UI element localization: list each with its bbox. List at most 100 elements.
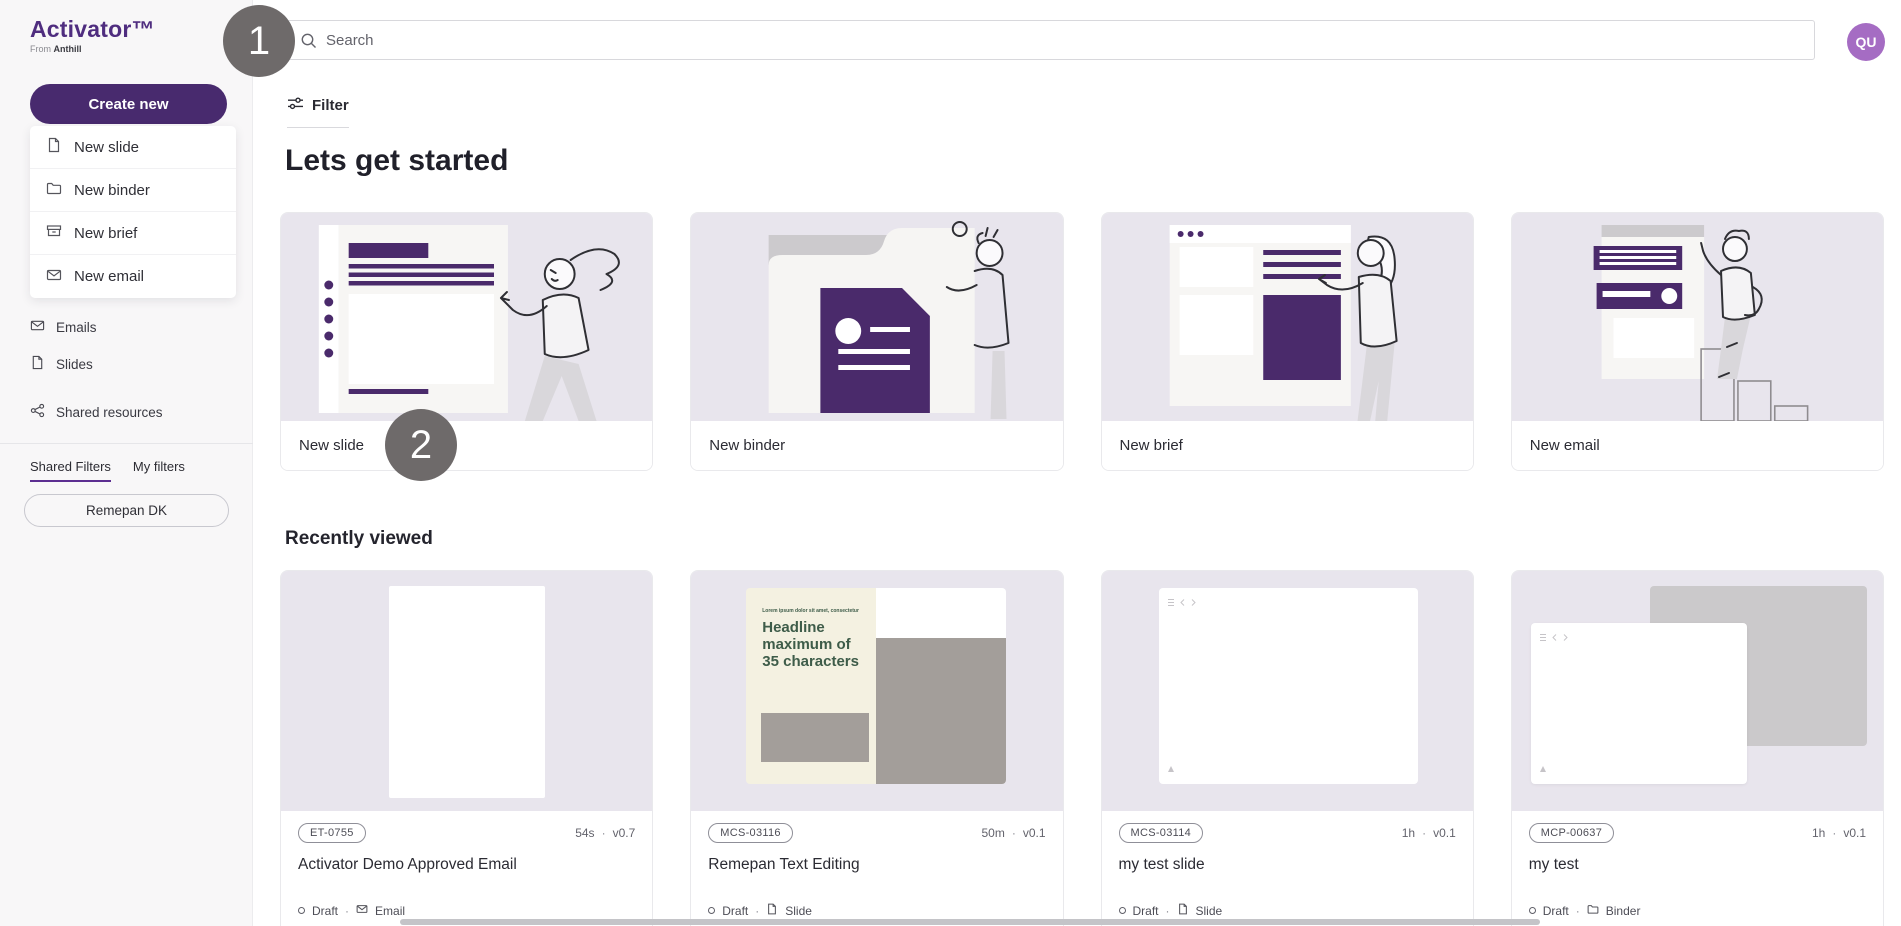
sidebar: Activator™ From Anthill Create new New s… <box>0 0 253 926</box>
main-area: QU Filter Lets get started <box>253 0 1901 926</box>
sidebar-item-label: Slides <box>56 357 93 372</box>
meta-separator: · <box>602 826 606 840</box>
create-new-menu: New slide New binder New brief New email <box>30 126 236 298</box>
card-new-email[interactable]: New email <box>1511 212 1884 471</box>
sidebar-item-shared-resources[interactable]: Shared resources <box>30 403 230 421</box>
doc-id-badge: MCS-03116 <box>708 823 793 843</box>
file-icon <box>46 137 62 157</box>
meta-separator: · <box>1832 826 1836 840</box>
sidebar-item-label: Emails <box>56 320 97 335</box>
doc-id-badge: MCS-03114 <box>1119 823 1204 843</box>
recent-card-activator-demo[interactable]: ET-0755 54s · v0.7 Activator Demo Approv… <box>280 570 653 926</box>
version-label: v0.7 <box>613 826 636 840</box>
sidebar-item-slides[interactable]: Slides <box>30 355 230 373</box>
section-title-get-started: Lets get started <box>285 144 508 178</box>
doc-id-badge: ET-0755 <box>298 823 366 843</box>
filter-label: Filter <box>312 97 349 114</box>
menu-item-label: New binder <box>74 182 150 199</box>
folder-icon <box>46 180 62 200</box>
recent-thumbnail: Lorem ipsum dolor sit amet, consectetur … <box>691 571 1062 811</box>
file-icon <box>766 903 778 918</box>
meta-separator: · <box>1012 826 1016 840</box>
draft-status-icon <box>1119 907 1126 914</box>
menu-item-new-binder[interactable]: New binder <box>30 169 236 212</box>
folder-icon <box>1587 903 1599 918</box>
recent-card-remepan-text-editing[interactable]: Lorem ipsum dolor sit amet, consectetur … <box>690 570 1063 926</box>
card-new-brief[interactable]: New brief <box>1101 212 1474 471</box>
new-email-illustration <box>1512 213 1883 421</box>
slide-editor-preview <box>1159 588 1418 784</box>
menu-item-new-email[interactable]: New email <box>30 255 236 298</box>
menu-item-new-brief[interactable]: New brief <box>30 212 236 255</box>
sidebar-filter-tabs: Shared Filters My filters <box>30 459 185 482</box>
logo-subtitle: From Anthill <box>30 44 155 54</box>
recent-thumbnail <box>1102 571 1473 811</box>
share-icon <box>30 403 45 421</box>
recent-card-my-test[interactable]: MCP-00637 1h · v0.1 my test Draft · Bi <box>1511 570 1884 926</box>
doc-title: my test slide <box>1119 856 1456 874</box>
version-label: v0.1 <box>1023 826 1046 840</box>
age-label: 50m <box>981 826 1004 840</box>
recent-thumbnail <box>1512 571 1883 811</box>
horizontal-scrollbar-thumb[interactable] <box>400 919 1540 925</box>
version-label: v0.1 <box>1843 826 1866 840</box>
tab-my-filters[interactable]: My filters <box>133 459 185 482</box>
meta-separator: · <box>755 904 759 918</box>
recently-viewed-cards: ET-0755 54s · v0.7 Activator Demo Approv… <box>280 570 1884 926</box>
avatar[interactable]: QU <box>1847 23 1885 61</box>
doc-title: Activator Demo Approved Email <box>298 856 635 874</box>
new-brief-illustration <box>1102 213 1473 421</box>
meta-separator: · <box>1166 904 1170 918</box>
status-label: Draft <box>1543 904 1569 918</box>
annotation-circle-1: 1 <box>223 5 295 77</box>
card-label: New slide <box>281 421 652 470</box>
file-icon <box>1177 903 1189 918</box>
meta-separator: · <box>1422 826 1426 840</box>
status-label: Draft <box>312 904 338 918</box>
slide-image-placeholder <box>876 638 1006 784</box>
mini-toolbar-icons <box>1167 594 1199 612</box>
draft-status-icon <box>1529 907 1536 914</box>
slide-preview-left: Lorem ipsum dolor sit amet, consectetur … <box>746 588 876 784</box>
draft-status-icon <box>298 907 305 914</box>
mini-toolbar-icons <box>1539 629 1571 647</box>
search-input[interactable] <box>326 21 1808 59</box>
slide-headline-text: Headline maximum of 35 characters <box>762 619 864 670</box>
type-label: Slide <box>785 904 812 918</box>
slide-image-placeholder <box>761 713 869 762</box>
card-label: New brief <box>1102 421 1473 470</box>
age-label: 1h <box>1812 826 1825 840</box>
sliders-icon <box>287 96 304 115</box>
section-title-recently-viewed: Recently viewed <box>285 528 433 550</box>
card-new-binder[interactable]: New binder <box>690 212 1063 471</box>
sidebar-item-emails[interactable]: Emails <box>30 318 230 336</box>
app-window: Activator™ From Anthill Create new New s… <box>0 0 1901 926</box>
binder-preview-front <box>1531 623 1747 784</box>
mini-sail-icon <box>1539 760 1547 778</box>
new-slide-illustration <box>281 213 652 421</box>
logo-title: Activator™ <box>30 16 155 43</box>
sidebar-item-label: Shared resources <box>56 405 163 420</box>
draft-status-icon <box>708 907 715 914</box>
version-label: v0.1 <box>1433 826 1456 840</box>
recent-card-my-test-slide[interactable]: MCS-03114 1h · v0.1 my test slide Draft … <box>1101 570 1474 926</box>
create-new-button[interactable]: Create new <box>30 84 227 124</box>
slide-preview-right <box>876 588 1006 784</box>
type-label: Binder <box>1606 904 1641 918</box>
new-binder-illustration <box>691 213 1062 421</box>
email-preview-page <box>389 586 545 798</box>
filter-button[interactable]: Filter <box>287 96 349 128</box>
menu-item-new-slide[interactable]: New slide <box>30 126 236 169</box>
search-box <box>287 20 1815 60</box>
slide-eyebrow-text: Lorem ipsum dolor sit amet, consectetur <box>762 608 862 614</box>
annotation-circle-2: 2 <box>385 409 457 481</box>
file-icon <box>30 355 45 373</box>
tab-shared-filters[interactable]: Shared Filters <box>30 459 111 482</box>
filter-chip-remepan-dk[interactable]: Remepan DK <box>24 494 229 527</box>
mail-icon <box>30 318 45 336</box>
card-label: New binder <box>691 421 1062 470</box>
doc-id-badge: MCP-00637 <box>1529 823 1614 843</box>
card-new-slide[interactable]: New slide <box>280 212 653 471</box>
menu-item-label: New email <box>74 268 144 285</box>
age-label: 54s <box>575 826 594 840</box>
